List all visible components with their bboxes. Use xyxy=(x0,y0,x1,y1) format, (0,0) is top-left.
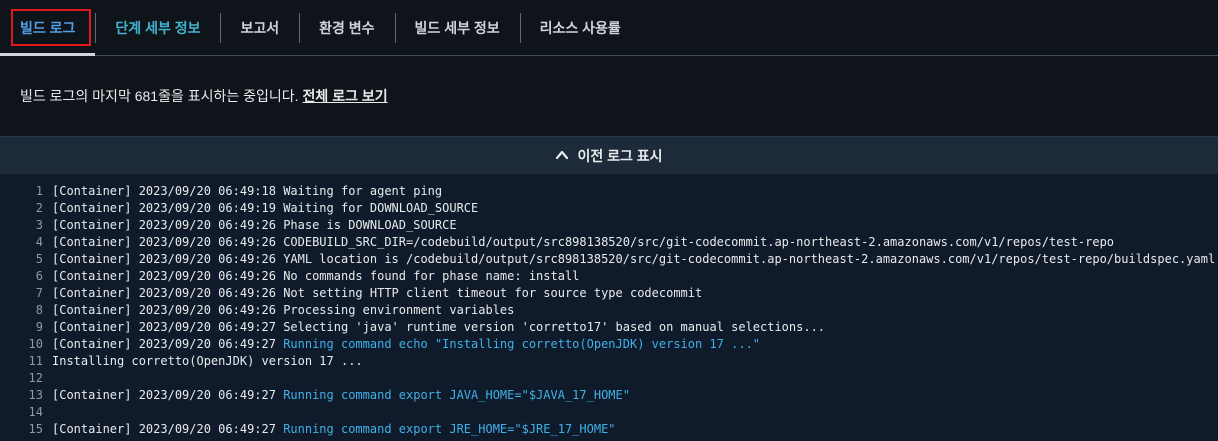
line-number: 2 xyxy=(35,201,43,215)
log-text: [Container] 2023/09/20 06:49:27 xyxy=(52,388,284,402)
log-line: 12 xyxy=(0,370,1218,387)
line-number: 10 xyxy=(28,337,43,351)
log-text: [Container] 2023/09/20 06:49:26 Processi… xyxy=(52,303,515,317)
line-number: 13 xyxy=(28,388,43,402)
log-text: [Container] 2023/09/20 06:49:26 Not sett… xyxy=(52,286,703,300)
tab-bar: 빌드 로그 단계 세부 정보 보고서 환경 변수 빌드 세부 정보 리소스 사용… xyxy=(0,0,1218,56)
log-text: [Container] 2023/09/20 06:49:27 Selectin… xyxy=(52,320,826,334)
tab-label: 빌드 로그 xyxy=(20,19,76,36)
log-command-text: Running command export JRE_HOME="$JRE_17… xyxy=(283,422,616,436)
log-viewer: 1 [Container] 2023/09/20 06:49:18 Waiting… xyxy=(0,174,1218,438)
log-command-text: Running command echo "Installing corrett… xyxy=(283,337,761,351)
tab-build-details[interactable]: 빌드 세부 정보 xyxy=(394,0,520,55)
line-number: 14 xyxy=(28,405,43,419)
log-text: [Container] 2023/09/20 06:49:26 No comma… xyxy=(52,269,580,283)
log-text: [Container] 2023/09/20 06:49:19 Waiting … xyxy=(52,201,479,215)
tab-label: 리소스 사용률 xyxy=(539,19,621,36)
log-line: 7 [Container] 2023/09/20 06:49:26 Not set… xyxy=(0,285,1218,302)
tab-build-logs[interactable]: 빌드 로그 xyxy=(0,0,96,56)
log-line: 11 Installing corretto(OpenJDK) version 1… xyxy=(0,353,1218,370)
line-number: 9 xyxy=(35,320,43,334)
tab-label: 빌드 세부 정보 xyxy=(414,19,500,36)
log-text: [Container] 2023/09/20 06:49:27 xyxy=(52,337,284,351)
line-number: 7 xyxy=(35,286,43,300)
line-number: 12 xyxy=(28,371,43,385)
log-info-bar: 빌드 로그의 마지막 681줄을 표시하는 중입니다. 전체 로그 보기 xyxy=(0,56,1218,136)
log-line: 4 [Container] 2023/09/20 06:49:26 CODEBUI… xyxy=(0,234,1218,251)
show-previous-logs-button[interactable]: 이전 로그 표시 xyxy=(0,136,1218,174)
log-line: 3 [Container] 2023/09/20 06:49:26 Phase i… xyxy=(0,217,1218,234)
log-line: 14 xyxy=(0,404,1218,421)
line-number: 4 xyxy=(35,235,43,249)
line-number: 6 xyxy=(35,269,43,283)
line-number: 5 xyxy=(35,252,43,266)
log-line: 8 [Container] 2023/09/20 06:49:26 Process… xyxy=(0,302,1218,319)
chevron-up-icon xyxy=(556,150,569,159)
line-number: 15 xyxy=(28,422,43,436)
tab-reports[interactable]: 보고서 xyxy=(220,0,299,55)
line-number: 8 xyxy=(35,303,43,317)
log-text: [Container] 2023/09/20 06:49:27 xyxy=(52,422,284,436)
line-number: 3 xyxy=(35,218,43,232)
log-line: 13 [Container] 2023/09/20 06:49:27 Runnin… xyxy=(0,387,1218,404)
tab-phase-details[interactable]: 단계 세부 정보 xyxy=(95,0,220,55)
tab-label: 환경 변수 xyxy=(319,19,375,36)
log-text: [Container] 2023/09/20 06:49:18 Waiting … xyxy=(52,184,443,198)
tab-resource-utilization[interactable]: 리소스 사용률 xyxy=(519,0,641,55)
log-line: 9 [Container] 2023/09/20 06:49:27 Selecti… xyxy=(0,319,1218,336)
log-info-text: 빌드 로그의 마지막 681줄을 표시하는 중입니다. xyxy=(20,88,299,104)
tab-label: 단계 세부 정보 xyxy=(115,19,201,36)
log-text: Installing corretto(OpenJDK) version 17 … xyxy=(52,354,363,368)
log-line: 5 [Container] 2023/09/20 06:49:26 YAML lo… xyxy=(0,251,1218,268)
view-full-log-link[interactable]: 전체 로그 보기 xyxy=(303,86,388,106)
log-text: [Container] 2023/09/20 06:49:26 YAML loc… xyxy=(52,252,1216,266)
log-line: 15 [Container] 2023/09/20 06:49:27 Runnin… xyxy=(0,421,1218,438)
log-line: 6 [Container] 2023/09/20 06:49:26 No comm… xyxy=(0,268,1218,285)
log-command-text: Running command export JAVA_HOME="$JAVA_… xyxy=(283,388,630,402)
log-line: 1 [Container] 2023/09/20 06:49:18 Waiting… xyxy=(0,183,1218,200)
show-previous-logs-label: 이전 로그 표시 xyxy=(577,147,663,164)
line-number: 11 xyxy=(28,354,43,368)
log-text: [Container] 2023/09/20 06:49:26 CODEBUIL… xyxy=(52,235,1115,249)
log-line: 2 [Container] 2023/09/20 06:49:19 Waiting… xyxy=(0,200,1218,217)
tab-label: 보고서 xyxy=(240,19,280,36)
log-text: [Container] 2023/09/20 06:49:26 Phase is… xyxy=(52,218,457,232)
log-line: 10 [Container] 2023/09/20 06:49:27 Runnin… xyxy=(0,336,1218,353)
line-number: 1 xyxy=(35,184,43,198)
tab-environment-variables[interactable]: 환경 변수 xyxy=(299,0,394,55)
